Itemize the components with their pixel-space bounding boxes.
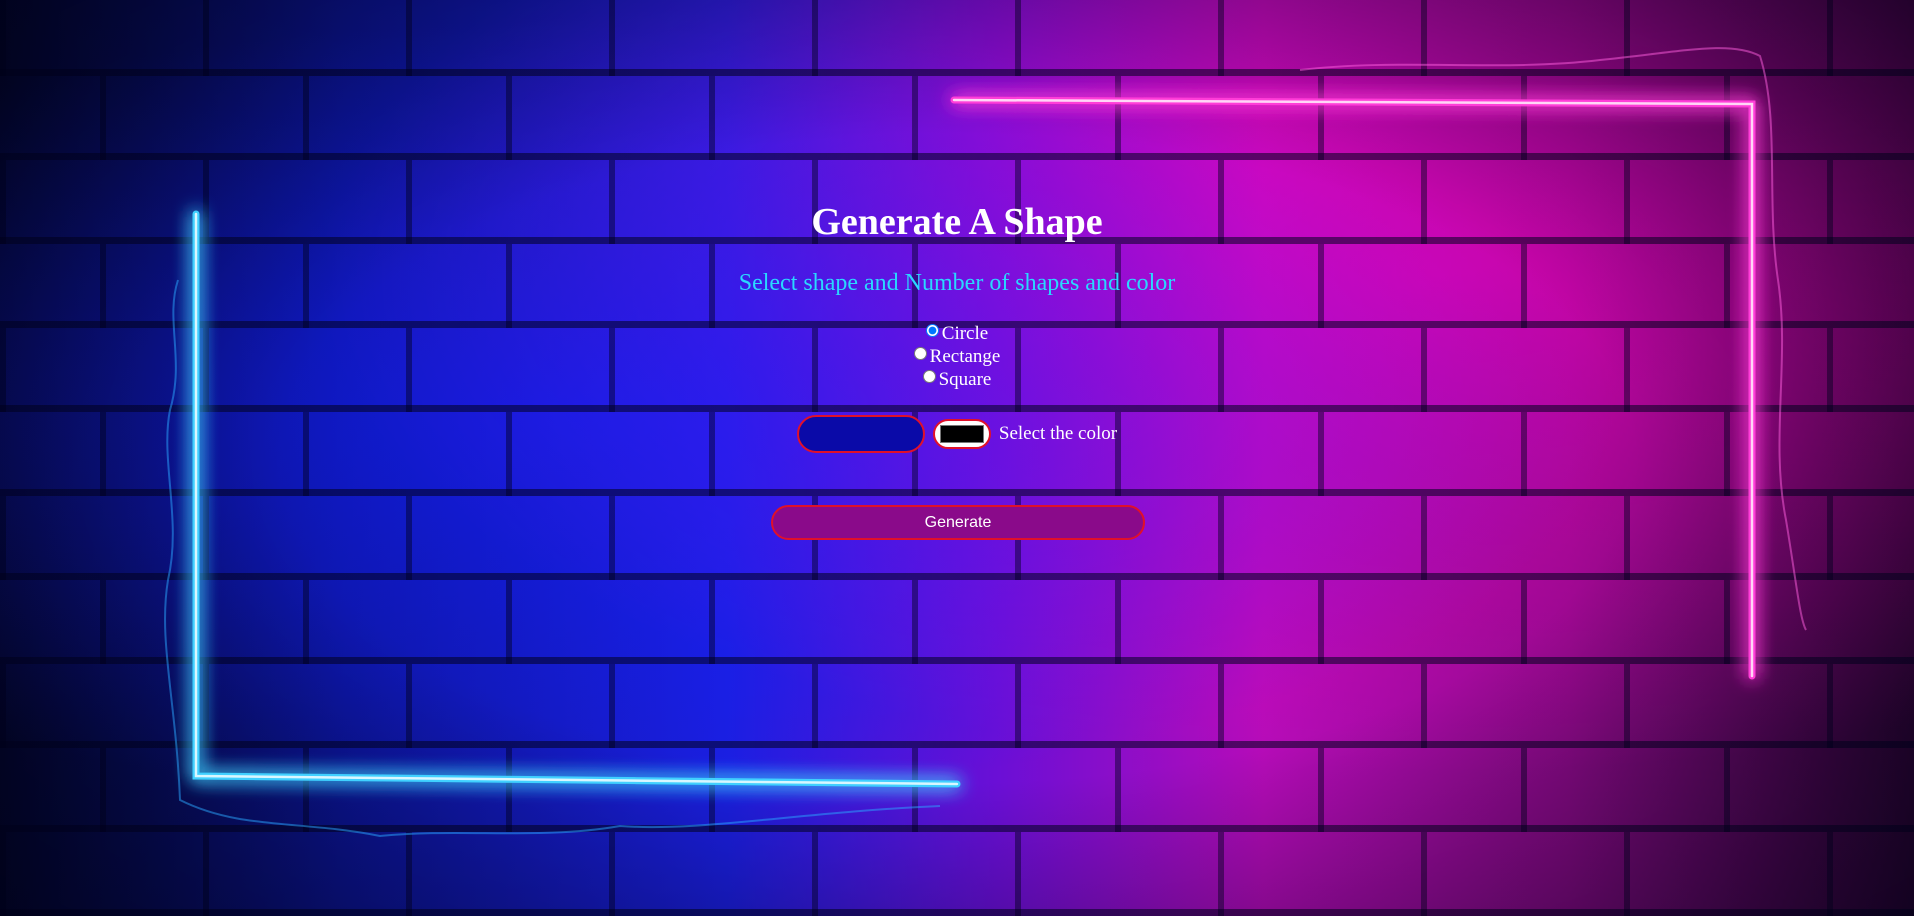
circle-radio[interactable] [925, 324, 939, 337]
brick-wall-background [0, 0, 1914, 916]
page-title: Generate A Shape [811, 201, 1103, 243]
generate-button[interactable]: Generate [771, 505, 1145, 540]
shape-option-circle[interactable]: Circle [0, 322, 1914, 345]
square-radio[interactable] [922, 370, 936, 383]
brick-joints-offset [0, 0, 1914, 916]
color-picker-swatch [939, 425, 984, 443]
rectangle-label: Rectange [929, 346, 1001, 367]
neon-frame-decoration [0, 0, 1914, 916]
color-picker[interactable] [932, 419, 991, 449]
rectangle-radio[interactable] [913, 347, 927, 360]
shape-radio-group: Circle Rectange Square [0, 322, 1914, 391]
color-picker-label: Select the color [998, 423, 1118, 444]
shape-controls-row: Select the color [0, 415, 1914, 453]
shape-option-square[interactable]: Square [0, 368, 1914, 391]
shape-count-input[interactable] [796, 415, 925, 453]
circle-label: Circle [941, 323, 989, 344]
square-label: Square [938, 369, 992, 390]
brick-joints [0, 0, 1914, 916]
page-subtitle: Select shape and Number of shapes and co… [738, 270, 1176, 296]
shape-option-rectangle[interactable]: Rectange [0, 345, 1914, 368]
vignette-overlay [0, 0, 1914, 916]
